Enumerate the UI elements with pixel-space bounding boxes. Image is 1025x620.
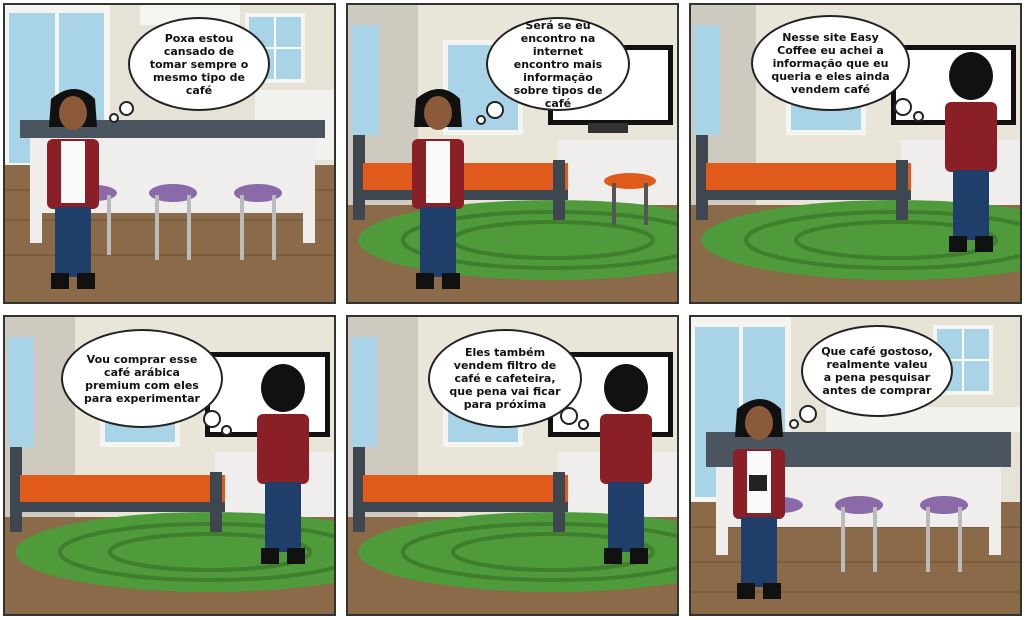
speech-text: Poxa estou cansado de tomar sempre o mes… — [149, 31, 249, 97]
thought-dot — [801, 407, 815, 421]
speech-bubble: Vou comprar esse café arábica premium co… — [63, 331, 221, 426]
comic-panel-2: Será se eu encontro na internet encontro… — [346, 3, 679, 304]
comic-panel-1: Poxa estou cansado de tomar sempre o mes… — [3, 3, 336, 304]
thought-dot — [915, 113, 922, 120]
comic-panel-5: Eles também vendem filtro de café e cafe… — [346, 315, 679, 616]
speech-text: Nesse site Easy Coffee eu achei a inform… — [771, 30, 890, 96]
thought-dot — [478, 117, 484, 123]
thought-dot — [791, 421, 797, 427]
comic-panel-6: Que café gostoso, realmente valeu a pena… — [689, 315, 1022, 616]
speech-bubble: Que café gostoso, realmente valeu a pena… — [803, 327, 951, 415]
thought-dot — [121, 103, 132, 114]
speech-bubble: Nesse site Easy Coffee eu achei a inform… — [753, 17, 908, 109]
thought-dot — [205, 412, 219, 426]
thought-dot — [896, 100, 910, 114]
thought-dot — [580, 421, 587, 428]
comic-panel-3: Nesse site Easy Coffee eu achei a inform… — [689, 3, 1022, 304]
speech-text: Que café gostoso, realmente valeu a pena… — [821, 345, 933, 397]
comic-panel-4: Vou comprar esse café arábica premium co… — [3, 315, 336, 616]
thought-dot — [562, 409, 576, 423]
thought-dot — [223, 427, 230, 434]
speech-bubble: Será se eu encontro na internet encontro… — [488, 18, 628, 110]
speech-bubble: Poxa estou cansado de tomar sempre o mes… — [130, 19, 268, 109]
thought-dot — [111, 115, 117, 121]
speech-text: Eles também vendem filtro de café e cafe… — [449, 346, 561, 411]
speech-text: Será se eu encontro na internet encontro… — [513, 18, 603, 110]
thought-dot — [488, 103, 502, 117]
speech-text: Vou comprar esse café arábica premium co… — [84, 352, 200, 405]
speech-bubble: Eles também vendem filtro de café e cafe… — [430, 331, 580, 426]
